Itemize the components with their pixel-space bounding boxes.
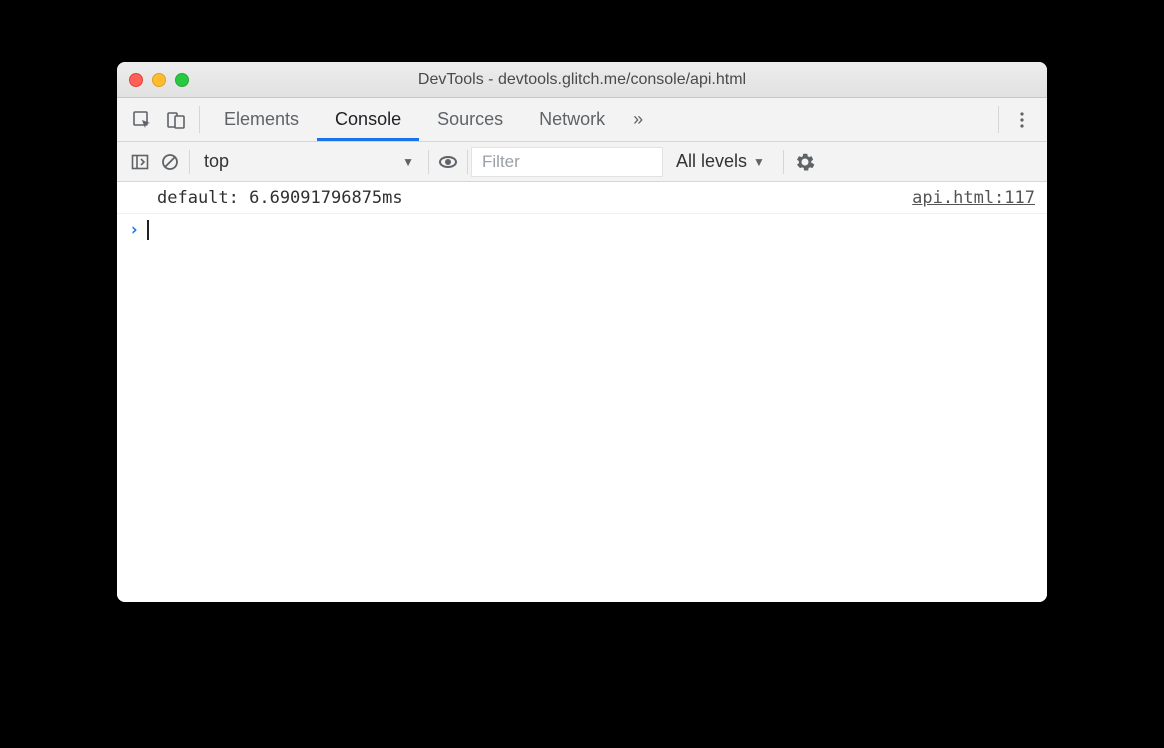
text-cursor [147,220,149,240]
console-toolbar: top ▼ All levels ▼ [117,142,1047,182]
more-tabs-button[interactable]: » [623,98,653,141]
log-entry: default: 6.69091796875ms api.html:117 [117,182,1047,214]
maximize-window-button[interactable] [175,73,189,87]
titlebar: DevTools - devtools.glitch.me/console/ap… [117,62,1047,98]
divider [783,150,784,174]
tab-bar: Elements Console Sources Network » [117,98,1047,142]
console-settings-button[interactable] [788,152,822,172]
log-levels-selector[interactable]: All levels ▼ [662,151,779,172]
tab-sources[interactable]: Sources [419,98,521,141]
log-message: default: 6.69091796875ms [157,188,403,208]
context-selector[interactable]: top ▼ [194,151,424,172]
tabbar-right [992,98,1039,141]
context-label: top [204,151,229,172]
live-expression-icon[interactable] [433,152,463,172]
tab-console[interactable]: Console [317,98,419,141]
clear-console-icon[interactable] [155,153,185,171]
filter-input[interactable] [472,148,662,176]
close-window-button[interactable] [129,73,143,87]
divider [199,106,200,133]
chevron-double-right-icon: » [633,109,643,130]
minimize-window-button[interactable] [152,73,166,87]
divider [998,106,999,133]
divider [189,150,190,174]
dropdown-triangle-icon: ▼ [753,155,765,169]
toggle-sidebar-icon[interactable] [125,153,155,171]
panel-tabs: Elements Console Sources Network » [206,98,653,141]
gear-icon [795,152,815,172]
console-output: default: 6.69091796875ms api.html:117 › [117,182,1047,602]
tab-network[interactable]: Network [521,98,623,141]
inspect-element-icon[interactable] [125,98,159,141]
tab-elements[interactable]: Elements [206,98,317,141]
device-toolbar-icon[interactable] [159,98,193,141]
log-source-link[interactable]: api.html:117 [912,188,1035,208]
levels-label: All levels [676,151,747,172]
divider [467,150,468,174]
window-controls [129,73,189,87]
divider [428,150,429,174]
devtools-window: DevTools - devtools.glitch.me/console/ap… [117,62,1047,602]
prompt-chevron-icon: › [129,220,139,240]
kebab-icon [1013,111,1031,129]
window-title: DevTools - devtools.glitch.me/console/ap… [117,71,1047,89]
console-prompt[interactable]: › [117,214,1047,246]
menu-button[interactable] [1005,98,1039,141]
dropdown-triangle-icon: ▼ [402,155,414,169]
